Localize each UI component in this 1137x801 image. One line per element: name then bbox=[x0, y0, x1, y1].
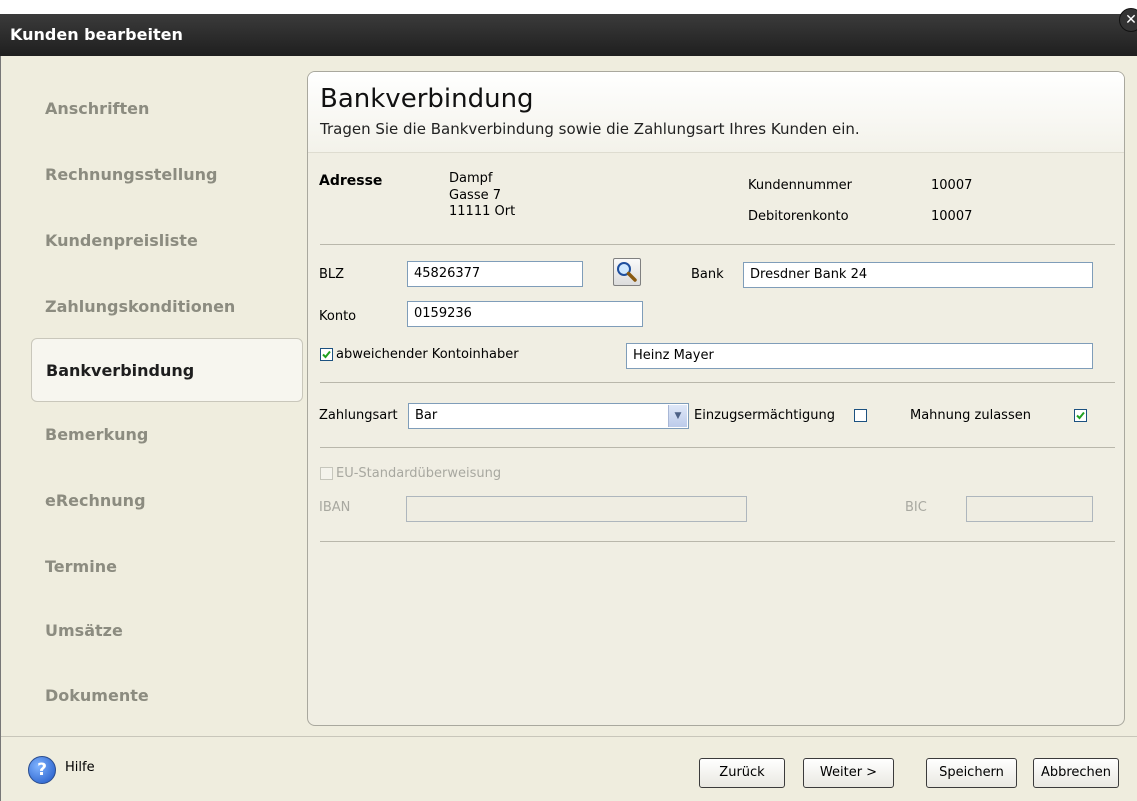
address-line-3: 11111 Ort bbox=[449, 204, 516, 219]
page-title: Bankverbindung bbox=[320, 84, 534, 114]
bank-label: Bank bbox=[691, 267, 724, 282]
kontoinhaber-field[interactable]: Heinz Mayer bbox=[626, 343, 1093, 369]
sidebar: Anschriften Rechnungsstellung Kundenprei… bbox=[1, 56, 303, 736]
zahlungsart-select[interactable]: Bar ▼ bbox=[408, 403, 689, 429]
page-subtitle: Tragen Sie die Bankverbindung sowie die … bbox=[320, 120, 860, 138]
magnifier-icon bbox=[617, 262, 637, 282]
sidebar-item-bemerkung[interactable]: Bemerkung bbox=[31, 403, 303, 467]
divider bbox=[320, 244, 1115, 245]
sidebar-item-termine[interactable]: Termine bbox=[31, 535, 303, 599]
cancel-button[interactable]: Abbrechen bbox=[1033, 758, 1119, 788]
abweichender-kontoinhaber-label: abweichender Kontoinhaber bbox=[336, 347, 519, 362]
close-icon[interactable]: ✕ bbox=[1119, 8, 1137, 32]
divider bbox=[320, 541, 1115, 542]
footer-bar: ? Hilfe Zurück Weiter > Speichern Abbrec… bbox=[1, 736, 1137, 801]
back-button[interactable]: Zurück bbox=[699, 758, 785, 788]
window-titlebar: Kunden bearbeiten ✕ bbox=[0, 8, 1137, 56]
address-line-2: Gasse 7 bbox=[449, 188, 501, 203]
panel-header: Bankverbindung Tragen Sie die Bankverbin… bbox=[308, 72, 1124, 153]
konto-field[interactable]: 0159236 bbox=[407, 301, 643, 327]
checkmark-icon bbox=[1076, 411, 1085, 420]
blz-field[interactable]: 45826377 bbox=[407, 261, 583, 287]
kundennummer-value: 10007 bbox=[931, 178, 973, 193]
bic-field[interactable] bbox=[966, 496, 1093, 522]
bank-name-field[interactable]: Dresdner Bank 24 bbox=[743, 262, 1093, 288]
sidebar-item-erechnung[interactable]: eRechnung bbox=[31, 469, 303, 533]
eu-standardueberweisung-checkbox[interactable] bbox=[320, 467, 333, 480]
chevron-down-icon[interactable]: ▼ bbox=[668, 405, 687, 427]
window-title: Kunden bearbeiten bbox=[10, 25, 183, 44]
iban-field[interactable] bbox=[406, 496, 747, 522]
zahlungsart-label: Zahlungsart bbox=[319, 408, 398, 423]
divider bbox=[320, 382, 1115, 383]
eu-standardueberweisung-label: EU-Standardüberweisung bbox=[336, 466, 502, 481]
debitorenkonto-label: Debitorenkonto bbox=[748, 209, 849, 224]
bic-label: BIC bbox=[905, 500, 927, 515]
sidebar-item-zahlungskonditionen[interactable]: Zahlungskonditionen bbox=[31, 275, 303, 339]
content-panel: Bankverbindung Tragen Sie die Bankverbin… bbox=[307, 71, 1125, 726]
sidebar-item-anschriften[interactable]: Anschriften bbox=[31, 77, 303, 141]
divider bbox=[320, 447, 1115, 448]
bank-search-button[interactable] bbox=[613, 258, 641, 286]
footer-divider bbox=[1, 736, 1137, 737]
address-line-1: Dampf bbox=[449, 171, 493, 186]
einzugsermaechtigung-label: Einzugsermächtigung bbox=[694, 408, 835, 423]
save-button[interactable]: Speichern bbox=[926, 758, 1017, 788]
sidebar-item-dokumente[interactable]: Dokumente bbox=[31, 664, 303, 728]
einzugsermaechtigung-checkbox[interactable] bbox=[854, 409, 867, 422]
abweichender-kontoinhaber-checkbox[interactable] bbox=[320, 348, 333, 361]
sidebar-item-umsaetze[interactable]: Umsätze bbox=[31, 599, 303, 663]
iban-label: IBAN bbox=[319, 500, 351, 515]
sidebar-item-kundenpreisliste[interactable]: Kundenpreisliste bbox=[31, 209, 303, 273]
help-label[interactable]: Hilfe bbox=[65, 760, 95, 775]
kundennummer-label: Kundennummer bbox=[748, 178, 852, 193]
sidebar-item-bankverbindung[interactable]: Bankverbindung bbox=[31, 338, 303, 402]
debitorenkonto-value: 10007 bbox=[931, 209, 973, 224]
konto-label: Konto bbox=[319, 309, 357, 324]
mahnung-zulassen-checkbox[interactable] bbox=[1074, 409, 1087, 422]
address-label: Adresse bbox=[319, 173, 383, 189]
window-body: Anschriften Rechnungsstellung Kundenprei… bbox=[0, 56, 1137, 801]
mahnung-zulassen-label: Mahnung zulassen bbox=[910, 408, 1031, 423]
blz-label: BLZ bbox=[319, 267, 345, 282]
checkmark-icon bbox=[322, 350, 331, 359]
zahlungsart-value: Bar bbox=[415, 408, 438, 423]
next-button[interactable]: Weiter > bbox=[803, 758, 894, 788]
help-icon[interactable]: ? bbox=[28, 756, 56, 784]
sidebar-item-rechnungsstellung[interactable]: Rechnungsstellung bbox=[31, 143, 303, 207]
